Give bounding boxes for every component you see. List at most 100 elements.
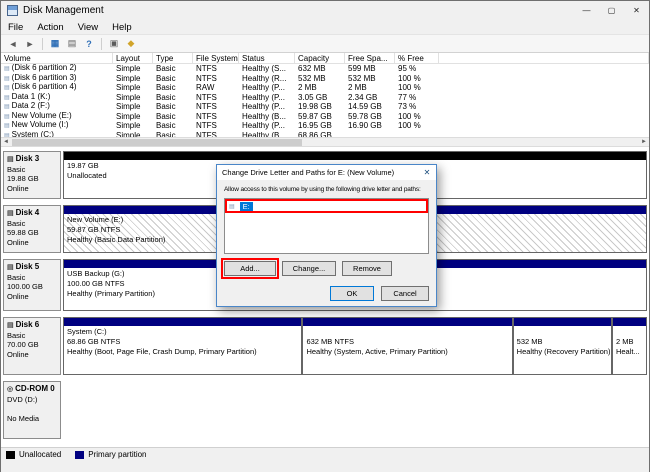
partition-size: 632 MB NTFS: [306, 337, 511, 347]
legend-primary-partition: Primary partition: [75, 450, 146, 459]
cell-fs: NTFS: [193, 64, 239, 74]
partition-label: [306, 327, 511, 337]
partition-small-raw[interactable]: 2 MB Healt...: [612, 317, 647, 375]
disk-info-cdrom0[interactable]: ◎CD-ROM 0 DVD (D:) No Media: [3, 381, 61, 439]
cell-free: 2.34 GB: [345, 93, 395, 103]
cell-fs: NTFS: [193, 102, 239, 112]
col-file-system[interactable]: File System: [193, 53, 239, 63]
cell-capacity: 2 MB: [295, 83, 345, 93]
col-capacity[interactable]: Capacity: [295, 53, 345, 63]
partition-size: 2 MB: [616, 337, 646, 347]
cell-layout: Simple: [113, 102, 153, 112]
partition-color-band: [64, 152, 646, 160]
col-filler: [439, 53, 649, 63]
cell-type: Basic: [153, 121, 193, 131]
cell-type: Basic: [153, 102, 193, 112]
close-button[interactable]: ✕: [624, 1, 649, 20]
menu-view[interactable]: View: [71, 22, 105, 33]
properties-icon[interactable]: ▤: [64, 36, 80, 51]
drive-letter-item[interactable]: ▤ E:: [227, 201, 428, 212]
menu-help[interactable]: Help: [105, 22, 139, 33]
attention-icon[interactable]: ◆: [123, 36, 139, 51]
disk-info-disk6[interactable]: ▤Disk 6 Basic 70.00 GB Online: [3, 317, 61, 375]
disk-size: 100.00 GB: [7, 282, 60, 292]
cdrom-icon: ◎: [7, 386, 13, 393]
drive-icon: ▤: [229, 203, 235, 210]
back-icon[interactable]: ◄: [5, 36, 21, 51]
scrollbar-thumb[interactable]: [12, 139, 302, 146]
console-tree-icon[interactable]: ▦: [47, 36, 63, 51]
cell-pct: 73 %: [395, 102, 439, 112]
partition-status: Healthy (System, Active, Primary Partiti…: [306, 347, 511, 357]
volume-name: New Volume (I:): [12, 120, 69, 129]
col-status[interactable]: Status: [239, 53, 295, 63]
cell-pct: 77 %: [395, 93, 439, 103]
add-button[interactable]: Add...: [224, 261, 276, 276]
primary-partition-swatch: [75, 451, 84, 459]
partition-system-c[interactable]: System (C:) 68.86 GB NTFS Healthy (Boot,…: [63, 317, 302, 375]
scroll-right-icon[interactable]: ►: [639, 138, 649, 146]
cell-pct: 100 %: [395, 112, 439, 122]
help-icon[interactable]: ?: [81, 36, 97, 51]
cell-capacity: 59.87 GB: [295, 112, 345, 122]
cell-free: 599 MB: [345, 64, 395, 74]
drive-letter-listbox[interactable]: ▤ E:: [224, 198, 429, 254]
cell-layout: Simple: [113, 74, 153, 84]
horizontal-scrollbar: ◄ ►: [1, 137, 649, 147]
cell-pct: 100 %: [395, 121, 439, 131]
volume-name: Data 2 (F:): [12, 101, 50, 110]
scroll-left-icon[interactable]: ◄: [1, 138, 11, 146]
maximize-button[interactable]: ▢: [599, 1, 624, 20]
cell-layout: Simple: [113, 121, 153, 131]
cell-pct: 100 %: [395, 83, 439, 93]
disk-icon: ▤: [7, 264, 14, 271]
refresh-icon[interactable]: ▣: [106, 36, 122, 51]
unallocated-swatch: [6, 451, 15, 459]
cell-status: Healthy (P...: [239, 83, 295, 93]
disk-name: Disk 3: [16, 154, 40, 163]
disk-info-disk4[interactable]: ▤Disk 4 Basic 59.88 GB Online: [3, 205, 61, 253]
partition-status: Healthy (Boot, Page File, Crash Dump, Pr…: [67, 347, 301, 357]
menu-action[interactable]: Action: [30, 22, 70, 33]
disk-name: Disk 6: [16, 320, 40, 329]
toolbar-separator: [42, 38, 43, 50]
cell-capacity: 19.98 GB: [295, 102, 345, 112]
volume-list: Volume Layout Type File System Status Ca…: [1, 53, 649, 137]
change-button[interactable]: Change...: [282, 261, 336, 276]
col-type[interactable]: Type: [153, 53, 193, 63]
disk-type: DVD (D:): [7, 395, 60, 405]
disk-status: Online: [7, 184, 60, 194]
cell-fs: NTFS: [193, 112, 239, 122]
disk-info-disk5[interactable]: ▤Disk 5 Basic 100.00 GB Online: [3, 259, 61, 311]
volume-icon: ▤: [4, 104, 10, 110]
disk-status: Online: [7, 292, 60, 302]
menu-file[interactable]: File: [1, 22, 30, 33]
ok-button[interactable]: OK: [330, 286, 374, 301]
toolbar-separator: [101, 38, 102, 50]
cell-status: Healthy (B...: [239, 112, 295, 122]
cancel-button[interactable]: Cancel: [381, 286, 429, 301]
disk-info-disk3[interactable]: ▤Disk 3 Basic 19.88 GB Online: [3, 151, 61, 199]
col-volume[interactable]: Volume: [1, 53, 113, 63]
volume-name: System (C:): [12, 130, 54, 138]
volume-icon: ▤: [4, 76, 10, 82]
dialog-close-icon[interactable]: ✕: [418, 165, 436, 180]
remove-button[interactable]: Remove: [342, 261, 392, 276]
partition-recovery[interactable]: 532 MB Healthy (Recovery Partition): [513, 317, 612, 375]
disk-size: 19.88 GB: [7, 174, 60, 184]
cell-free: 59.78 GB: [345, 112, 395, 122]
partition-system-reserved[interactable]: 632 MB NTFS Healthy (System, Active, Pri…: [302, 317, 512, 375]
cell-status: Healthy (P...: [239, 93, 295, 103]
col-free-space[interactable]: Free Spa...: [345, 53, 395, 63]
cell-status: Healthy (P...: [239, 121, 295, 131]
col-layout[interactable]: Layout: [113, 53, 153, 63]
disk-name: Disk 4: [16, 208, 40, 217]
dialog-instruction: Allow access to this volume by using the…: [224, 186, 429, 193]
cell-capacity: 532 MB: [295, 74, 345, 84]
minimize-button[interactable]: —: [574, 1, 599, 20]
forward-icon[interactable]: ►: [22, 36, 38, 51]
cell-layout: Simple: [113, 83, 153, 93]
col-pct-free[interactable]: % Free: [395, 53, 439, 63]
window-title: Disk Management: [23, 5, 104, 16]
drive-letter-label: E:: [240, 202, 253, 212]
